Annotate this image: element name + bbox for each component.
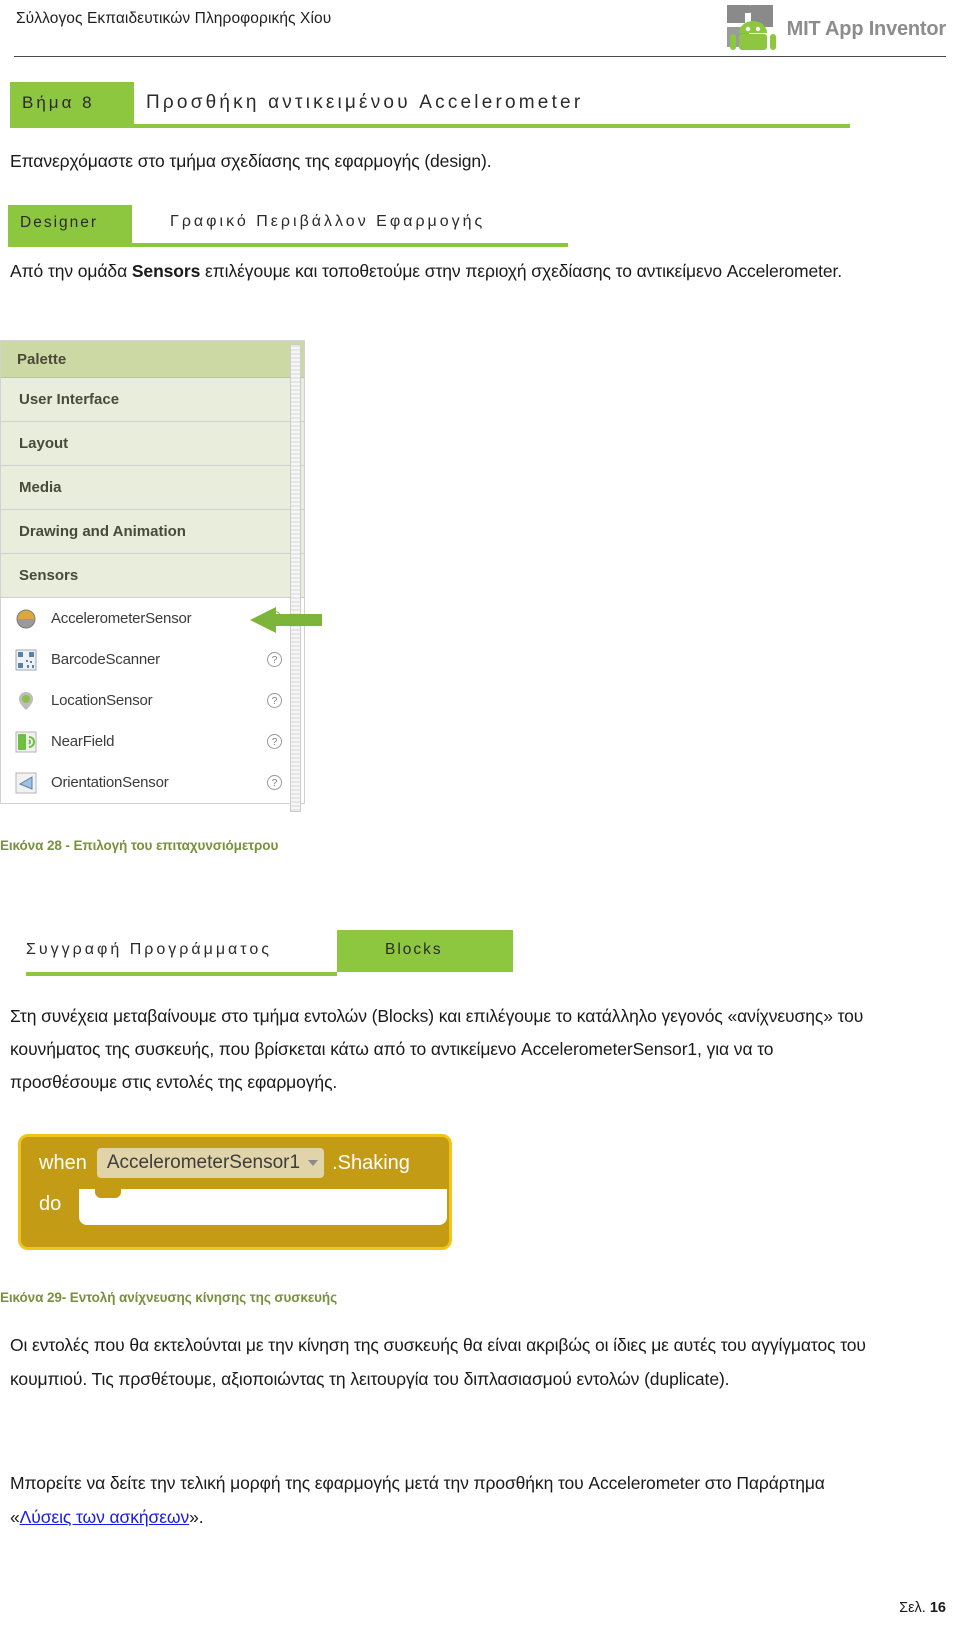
barcode-icon (15, 649, 37, 671)
palette-category-sensors[interactable]: Sensors (1, 554, 304, 598)
figure-29-caption: Εικόνα 29- Εντολή ανίχνευσης κίνησης της… (0, 1290, 337, 1305)
intro-paragraph: Επανερχόμαστε στο τμήμα σχεδίασης της εφ… (10, 151, 492, 171)
blocks-chip-label: Blocks (385, 941, 443, 958)
block-component-name: AccelerometerSensor1 (106, 1152, 301, 1173)
designer-chip: Designer (8, 205, 132, 243)
step-underline (10, 124, 850, 128)
palette-item-locationsensor[interactable]: LocationSensor ? (1, 680, 304, 721)
palette-category-media[interactable]: Media (1, 466, 304, 510)
step-header: Βήμα 8 Προσθήκη αντικειμένου Acceleromet… (10, 82, 850, 128)
brand-label: MIT App Inventor (786, 17, 947, 40)
closing-paragraph-2: Μπορείτε να δείτε την τελική μορφή της ε… (10, 1466, 878, 1534)
palette-item-label: AccelerometerSensor (51, 610, 192, 627)
palette-category-label: Sensors (19, 567, 79, 584)
location-pin-icon (15, 690, 37, 712)
help-icon[interactable]: ? (267, 693, 282, 708)
palette-item-label: NearField (51, 733, 115, 750)
blocks-editor-figure: when AccelerometerSensor1 .Shaking do (18, 1134, 452, 1250)
help-icon[interactable]: ? (267, 775, 282, 790)
mit-app-inventor-brand: MIT App Inventor (725, 2, 946, 56)
chevron-down-icon[interactable] (308, 1160, 319, 1166)
designer-section-title: Γραφικό Περιβάλλον Εφαρμογής (170, 213, 486, 230)
palette-category-label: Media (19, 479, 62, 496)
block-notch (95, 1189, 121, 1198)
help-icon[interactable]: ? (267, 734, 282, 749)
app-inventor-palette-figure: Palette User Interface Layout Media Draw… (0, 340, 305, 812)
palette-category-label: Layout (19, 435, 69, 452)
help-icon[interactable]: ? (267, 652, 282, 667)
palette-item-barcodescanner[interactable]: BarcodeScanner ? (1, 639, 304, 680)
header-divider (14, 56, 946, 57)
palette-scrollbar[interactable] (290, 344, 301, 812)
page-header: Σύλλογος Εκπαιδευτικών Πληροφορικής Χίου… (0, 0, 960, 62)
designer-section-underline (8, 243, 568, 247)
designer-paragraph-suffix: επιλέγουμε και τοποθετούμε στην περιοχή … (200, 261, 843, 281)
palette-category-label: User Interface (19, 391, 120, 408)
step-title: Προσθήκη αντικειμένου Accelerometer (146, 92, 584, 113)
annotation-arrow-icon (246, 605, 322, 635)
designer-paragraph: Από την ομάδα Sensors επιλέγουμε και τοπ… (10, 256, 870, 286)
designer-paragraph-prefix: Από την ομάδα (10, 261, 132, 281)
blocks-section-title: Συγγραφή Προγράμματος (26, 941, 273, 958)
palette-item-label: LocationSensor (51, 692, 153, 709)
block-footer (27, 1227, 447, 1247)
closing-paragraph-1: Οι εντολές που θα εκτελούνται με την κίν… (10, 1335, 866, 1389)
solutions-appendix-link[interactable]: Λύσεις των ασκήσεων (20, 1507, 190, 1527)
step-chip: Βήμα 8 (10, 82, 134, 124)
palette-item-label: OrientationSensor (51, 774, 169, 791)
nfc-icon (15, 731, 37, 753)
block-event-name: .Shaking (332, 1151, 410, 1174)
palette-item-label: BarcodeScanner (51, 651, 160, 668)
palette-category-drawing-and-animation[interactable]: Drawing and Animation (1, 510, 304, 554)
designer-section-header: Designer Γραφικό Περιβάλλον Εφαρμογής (8, 205, 568, 247)
blocks-paragraph: Στη συνέχεια μεταβαίνουμε στο τμήμα εντο… (10, 1006, 864, 1092)
palette-item-nearfield[interactable]: NearField ? (1, 721, 304, 762)
organization-name: Σύλλογος Εκπαιδευτικών Πληροφορικής Χίου (16, 10, 332, 27)
block-do-socket[interactable] (79, 1189, 447, 1225)
blocks-section-header: Συγγραφή Προγράμματος Blocks (26, 930, 513, 976)
blocks-section-underline (26, 972, 337, 976)
block-top-row: when AccelerometerSensor1 .Shaking (27, 1141, 445, 1185)
android-robot-puzzle-icon (725, 3, 781, 55)
palette-item-orientationsensor[interactable]: OrientationSensor ? (1, 762, 304, 803)
footer-page-value: 16 (929, 1600, 946, 1616)
palette-category-label: Drawing and Animation (19, 523, 186, 540)
block-when-label: when (39, 1151, 87, 1174)
palette-category-user-interface[interactable]: User Interface (1, 378, 304, 422)
footer-page-prefix: Σελ. (899, 1600, 930, 1616)
block-do-label: do (39, 1193, 62, 1215)
figure-28-caption: Εικόνα 28 - Επιλογή του επιταχυνσιόμετρο… (0, 838, 279, 853)
step-chip-label: Βήμα 8 (22, 93, 95, 112)
sensors-keyword: Sensors (131, 261, 201, 281)
blocks-chip: Blocks (337, 930, 513, 972)
closing-paragraph-2-suffix: ». (189, 1507, 204, 1527)
when-shaking-block[interactable]: when AccelerometerSensor1 .Shaking do (18, 1134, 452, 1250)
block-component-dropdown[interactable]: AccelerometerSensor1 (96, 1148, 325, 1178)
palette-header: Palette (1, 341, 304, 378)
footer-page-number: Σελ. 16 (899, 1600, 946, 1616)
palette-title: Palette (17, 350, 67, 368)
orientation-icon (15, 772, 37, 794)
palette-category-layout[interactable]: Layout (1, 422, 304, 466)
accelerometer-icon (15, 608, 37, 630)
designer-chip-label: Designer (20, 214, 99, 231)
